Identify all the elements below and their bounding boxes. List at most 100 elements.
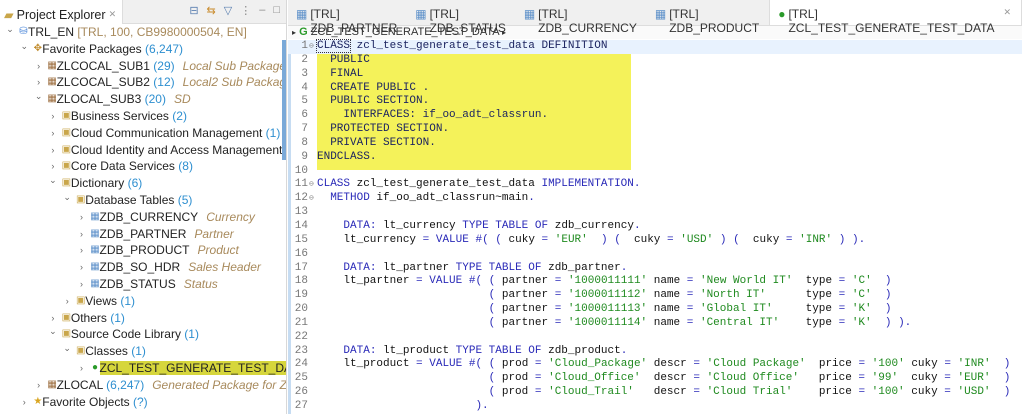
code-token: DATA xyxy=(343,261,370,274)
project-explorer-tab[interactable]: ▰ Project Explorer ✕ xyxy=(0,0,124,24)
link-editor-icon[interactable]: ⇆ xyxy=(207,4,216,17)
tree-item[interactable]: › ▣ Business Services (2) xyxy=(0,108,280,125)
code-token: #( xyxy=(468,358,483,371)
code-line[interactable]: 26 ( prod = 'Cloud_Trail' descr = 'Cloud… xyxy=(288,386,1022,400)
chevron-right-icon[interactable]: › xyxy=(19,394,29,411)
close-icon[interactable]: ✕ xyxy=(109,9,117,20)
tree-item[interactable]: ›▣Cloud Identity and Access Management (… xyxy=(0,142,286,159)
chevron-right-icon[interactable]: › xyxy=(34,377,44,394)
chevron-right-icon[interactable]: › xyxy=(34,58,44,75)
chevron-down-icon[interactable]: ⌄ xyxy=(48,172,58,189)
chevron-down-icon[interactable]: ⌄ xyxy=(19,38,29,55)
code-line[interactable]: 13 xyxy=(288,206,1022,220)
code-line[interactable]: 8 PRIVATE SECTION. xyxy=(288,137,1022,151)
code-line[interactable]: 14 DATA: lt_currency TYPE TABLE OF zdb_c… xyxy=(288,220,1022,234)
tree-item[interactable]: › ▦ ZDB_STATUS Status xyxy=(0,276,280,293)
editor-tab[interactable]: ● [TRL] ZCL_TEST_GENERATE_TEST_DATA ✕ xyxy=(769,0,1022,35)
code-line[interactable]: 18 lt_partner = VALUE #( ( partner = '10… xyxy=(288,275,1022,289)
chevron-right-icon[interactable]: › xyxy=(48,108,58,125)
code-line[interactable]: 24 lt_product = VALUE #( ( prod = 'Cloud… xyxy=(288,358,1022,372)
tree-item[interactable]: › ▦ ZLCOCAL_SUB1 (29) Local Sub Package xyxy=(0,58,286,75)
editor-tab[interactable]: ▦[TRL] ZDB_PARTNER xyxy=(288,0,407,35)
tree-item[interactable]: › ▦ ZDB_PRODUCT Product xyxy=(0,242,280,259)
chevron-right-icon[interactable]: › xyxy=(77,276,87,293)
minimize-icon[interactable]: ‒ xyxy=(259,4,265,17)
item-name: ZDB_STATUS xyxy=(99,276,176,291)
scrollbar[interactable] xyxy=(282,40,286,160)
tree-item[interactable]: ⌄ ✥ Favorite Packages (6,247) xyxy=(0,41,280,58)
code-line[interactable]: 6 INTERFACES: if_oo_adt_classrun. xyxy=(288,109,1022,123)
code-line[interactable]: 15 lt_currency = VALUE #( ( cuky = 'EUR'… xyxy=(288,234,1022,248)
code-line[interactable]: 5 PUBLIC SECTION. xyxy=(288,95,1022,109)
item-description: Local2 Sub Package xyxy=(182,75,287,90)
tree-item[interactable]: › ▦ ZDB_CURRENCY Currency xyxy=(0,209,280,226)
fold-icon[interactable]: ⊖ xyxy=(309,192,314,206)
code-line[interactable]: 21 ( partner = '1000011114' name = 'Cent… xyxy=(288,317,1022,331)
chevron-right-icon[interactable]: › xyxy=(77,209,87,226)
chevron-right-icon[interactable]: › xyxy=(48,142,58,159)
editor-tab[interactable]: ▦ [TRL] ZDB_PRODUCT xyxy=(647,0,769,35)
code-line[interactable]: 11 ⊖ CLASS zcl_test_generate_test_data IMP… xyxy=(288,178,1022,192)
code-line[interactable]: 25 ( prod = 'Cloud_Office' descr = 'Clou… xyxy=(288,372,1022,386)
breadcrumb-item[interactable]: ZCL_TEST_GENERATE_TEST_DATA xyxy=(311,26,499,38)
chevron-right-icon[interactable]: › xyxy=(62,293,72,310)
chevron-down-icon[interactable]: ⌄ xyxy=(34,88,44,105)
filter-icon[interactable]: ▽ xyxy=(224,4,232,17)
chevron-right-icon[interactable]: › xyxy=(77,242,87,259)
item-description: Product xyxy=(197,243,239,258)
editor-tab[interactable]: ▦[TRL] ZDB_STATUS xyxy=(407,0,516,35)
code-line[interactable]: 1 ⊖ CLASS zcl_test_generate_test_data DEFI… xyxy=(288,39,1022,54)
code-line[interactable]: 27 ). xyxy=(288,400,1022,414)
tree-item[interactable]: › ▣ Others (1) xyxy=(0,310,280,327)
tree-item[interactable]: ⌄ ▣ Classes (1) xyxy=(0,343,280,360)
code-line[interactable]: 16 xyxy=(288,248,1022,262)
editor-tab[interactable]: ▦ [TRL] ZDB_CURRENCY xyxy=(516,0,647,35)
chevron-right-icon[interactable]: › xyxy=(77,360,87,377)
tree-item[interactable]: ⌄ ▦ ZLOCAL_SUB3 (20) SD xyxy=(0,91,280,108)
chevron-down-icon[interactable]: ⌄ xyxy=(5,21,15,38)
chevron-right-icon[interactable]: › xyxy=(77,259,87,276)
tree-item[interactable]: › ▦ ZDB_PARTNER Partner xyxy=(0,226,280,243)
code-line[interactable]: 22 xyxy=(288,331,1022,345)
code-line[interactable]: 19 ( partner = '1000011112' name = 'Nort… xyxy=(288,289,1022,303)
tree-item[interactable]: › ▦ ZDB_SO_HDR Sales Header xyxy=(0,259,280,276)
tree-item[interactable]: ⌄ ▣ Dictionary (6) xyxy=(0,175,280,192)
item-name: TRL_EN xyxy=(28,25,75,39)
code-line[interactable]: 12 ⊖ METHOD if_oo_adt_classrun~main. xyxy=(288,192,1022,206)
code-line[interactable]: 2 PUBLIC xyxy=(288,54,1022,68)
view-menu-icon[interactable]: ⋮ xyxy=(240,4,251,17)
code-editor[interactable]: 1 ⊖ CLASS zcl_test_generate_test_data DEFI… xyxy=(288,39,1022,414)
tree-item[interactable]: › ▣ Core Data Services (8) xyxy=(0,158,280,175)
tree-item[interactable]: › ★ Favorite Objects (?) xyxy=(0,394,280,411)
chevron-right-icon[interactable]: › xyxy=(48,125,58,142)
code-line[interactable]: 7 PROTECTED SECTION. xyxy=(288,123,1022,137)
tree-item[interactable]: ›▦ZLOCAL (6,247)Generated Package for ZL… xyxy=(0,377,286,394)
code-token: prod xyxy=(501,372,529,385)
chevron-down-icon[interactable]: ⌄ xyxy=(48,323,58,340)
fold-icon[interactable]: ⊖ xyxy=(309,40,314,54)
chevron-right-icon[interactable]: › xyxy=(77,226,87,243)
tree-item[interactable]: › ▣ Cloud Communication Management (1) xyxy=(0,125,280,142)
collapse-all-icon[interactable]: ⊟ xyxy=(189,4,198,17)
code-token: cuky xyxy=(911,386,938,399)
code-token: price xyxy=(818,372,852,385)
tree-item[interactable]: ⌄ ⛁ TRL_EN [TRL, 100, CB9980000504, EN] xyxy=(0,24,280,41)
code-line[interactable]: 23 DATA: lt_product TYPE TABLE OF zdb_pr… xyxy=(288,345,1022,359)
code-line[interactable]: 3 FINAL xyxy=(288,68,1022,82)
tree-item[interactable]: ⌄ ▣ Source Code Library (1) xyxy=(0,326,280,343)
code-line[interactable]: 4 CREATE PUBLIC . xyxy=(288,82,1022,96)
chevron-down-icon[interactable]: ⌄ xyxy=(62,189,72,206)
fold-icon[interactable]: ⊖ xyxy=(309,178,314,192)
close-icon[interactable]: ✕ xyxy=(1004,7,1012,25)
maximize-icon[interactable]: □ xyxy=(273,4,280,17)
tree-item[interactable]: › ▣ Views (1) xyxy=(0,293,280,310)
chevron-down-icon[interactable]: ⌄ xyxy=(62,340,72,357)
code-line[interactable]: 10 xyxy=(288,165,1022,179)
code-line[interactable]: 17 DATA: lt_partner TYPE TABLE OF zdb_pa… xyxy=(288,262,1022,276)
code-line[interactable]: 9 ENDCLASS. xyxy=(288,151,1022,165)
tree-item[interactable]: ›●ZCL_TEST_GENERATE_TEST_DATAGene xyxy=(0,360,286,377)
code-line[interactable]: 20 ( partner = '1000011113' name = 'Glob… xyxy=(288,303,1022,317)
tree-item[interactable]: ⌄ ▣ Database Tables (5) xyxy=(0,192,280,209)
